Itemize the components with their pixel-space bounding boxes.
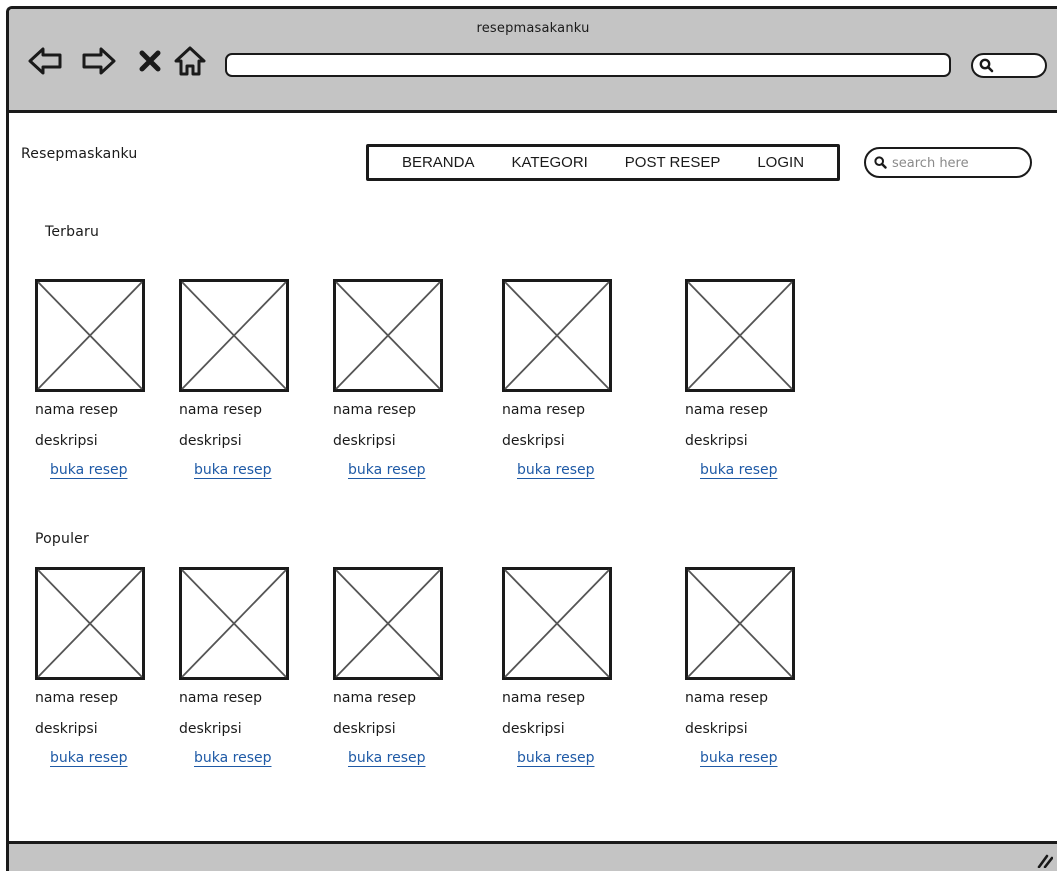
recipe-description: deskripsi bbox=[502, 433, 565, 449]
address-bar[interactable] bbox=[225, 53, 951, 77]
recipe-card: nama resep deskripsi buka resep bbox=[35, 567, 175, 777]
section-heading-terbaru: Terbaru bbox=[45, 224, 100, 240]
open-recipe-link[interactable]: buka resep bbox=[348, 462, 426, 478]
open-recipe-link[interactable]: buka resep bbox=[194, 462, 272, 478]
open-recipe-link[interactable]: buka resep bbox=[194, 750, 272, 766]
open-recipe-link[interactable]: buka resep bbox=[700, 750, 778, 766]
open-recipe-link[interactable]: buka resep bbox=[50, 750, 128, 766]
resize-grip-icon[interactable] bbox=[1035, 850, 1053, 868]
open-recipe-link[interactable]: buka resep bbox=[348, 750, 426, 766]
recipe-card: nama resep deskripsi buka resep bbox=[333, 279, 473, 489]
recipe-name: nama resep bbox=[35, 690, 118, 706]
nav-item-login[interactable]: LOGIN bbox=[753, 154, 808, 171]
recipe-image-placeholder bbox=[179, 279, 289, 392]
recipe-image-placeholder bbox=[35, 567, 145, 680]
recipe-card: nama resep deskripsi buka resep bbox=[685, 567, 825, 777]
recipe-image-placeholder bbox=[502, 279, 612, 392]
recipe-name: nama resep bbox=[502, 402, 585, 418]
recipe-name: nama resep bbox=[502, 690, 585, 706]
recipe-name: nama resep bbox=[179, 402, 262, 418]
recipe-description: deskripsi bbox=[35, 433, 98, 449]
search-input[interactable] bbox=[892, 153, 1022, 173]
status-bar bbox=[9, 841, 1057, 871]
recipe-card: nama resep deskripsi buka resep bbox=[333, 567, 473, 777]
recipe-card: nama resep deskripsi buka resep bbox=[502, 279, 642, 489]
site-title: Resepmaskanku bbox=[21, 146, 138, 162]
nav-item-post-resep[interactable]: POST RESEP bbox=[621, 154, 725, 171]
browser-search-button[interactable] bbox=[971, 53, 1047, 78]
home-icon[interactable] bbox=[173, 45, 207, 77]
open-recipe-link[interactable]: buka resep bbox=[700, 462, 778, 478]
recipe-description: deskripsi bbox=[35, 721, 98, 737]
recipe-description: deskripsi bbox=[685, 433, 748, 449]
recipe-card: nama resep deskripsi buka resep bbox=[179, 567, 319, 777]
recipe-description: deskripsi bbox=[502, 721, 565, 737]
recipe-name: nama resep bbox=[685, 402, 768, 418]
stop-icon[interactable] bbox=[137, 45, 163, 77]
browser-toolbar: resepmasakanku bbox=[9, 9, 1057, 113]
recipe-image-placeholder bbox=[333, 279, 443, 392]
recipe-card: nama resep deskripsi buka resep bbox=[685, 279, 825, 489]
recipe-image-placeholder bbox=[179, 567, 289, 680]
open-recipe-link[interactable]: buka resep bbox=[50, 462, 128, 478]
page-content: Resepmaskanku BERANDA KATEGORI POST RESE… bbox=[9, 116, 1057, 841]
recipe-description: deskripsi bbox=[685, 721, 748, 737]
recipe-card: nama resep deskripsi buka resep bbox=[502, 567, 642, 777]
recipe-image-placeholder bbox=[685, 279, 795, 392]
open-recipe-link[interactable]: buka resep bbox=[517, 750, 595, 766]
recipe-name: nama resep bbox=[333, 690, 416, 706]
main-nav: BERANDA KATEGORI POST RESEP LOGIN bbox=[366, 144, 840, 181]
search-icon bbox=[874, 156, 887, 169]
browser-window: resepmasakanku Resepmaskanku BERANDA KAT… bbox=[6, 6, 1057, 871]
nav-item-beranda[interactable]: BERANDA bbox=[398, 154, 479, 171]
forward-arrow-icon[interactable] bbox=[81, 45, 117, 77]
section-heading-populer: Populer bbox=[35, 531, 89, 547]
recipe-image-placeholder bbox=[35, 279, 145, 392]
nav-item-kategori[interactable]: KATEGORI bbox=[507, 154, 591, 171]
recipe-name: nama resep bbox=[35, 402, 118, 418]
search-icon bbox=[979, 58, 994, 73]
recipe-name: nama resep bbox=[179, 690, 262, 706]
recipe-description: deskripsi bbox=[333, 433, 396, 449]
recipe-image-placeholder bbox=[333, 567, 443, 680]
recipe-name: nama resep bbox=[685, 690, 768, 706]
back-arrow-icon[interactable] bbox=[27, 45, 63, 77]
site-search-box bbox=[864, 147, 1032, 178]
recipe-description: deskripsi bbox=[179, 433, 242, 449]
open-recipe-link[interactable]: buka resep bbox=[517, 462, 595, 478]
recipe-card: nama resep deskripsi buka resep bbox=[35, 279, 175, 489]
recipe-card: nama resep deskripsi buka resep bbox=[179, 279, 319, 489]
recipe-description: deskripsi bbox=[333, 721, 396, 737]
recipe-image-placeholder bbox=[685, 567, 795, 680]
recipe-name: nama resep bbox=[333, 402, 416, 418]
window-title: resepmasakanku bbox=[476, 21, 590, 36]
recipe-description: deskripsi bbox=[179, 721, 242, 737]
recipe-image-placeholder bbox=[502, 567, 612, 680]
